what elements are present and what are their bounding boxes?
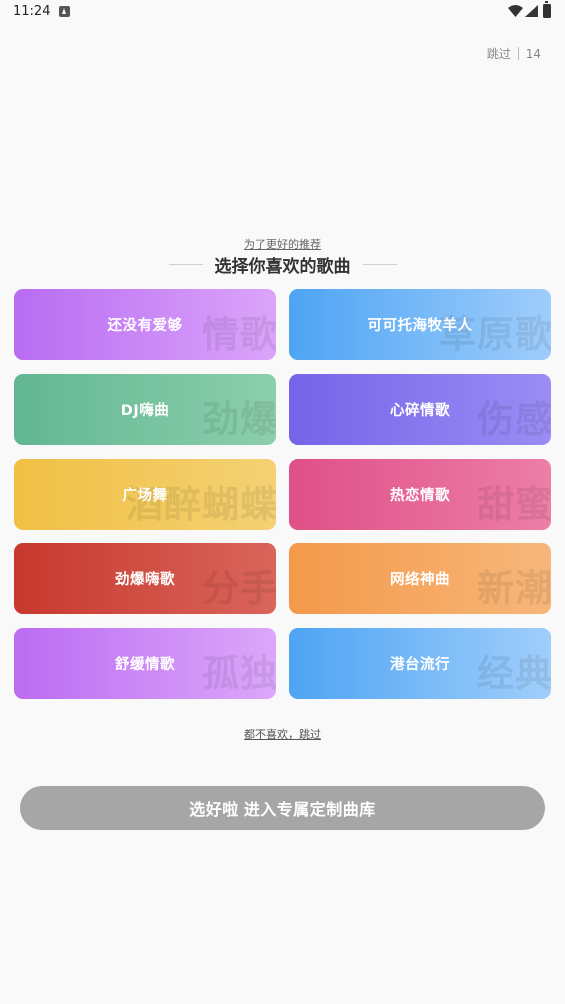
genre-label: 还没有爱够 — [107, 318, 183, 334]
skip-label: 跳过 — [486, 47, 511, 61]
genre-card[interactable]: 伤感 心碎情歌 — [289, 374, 551, 445]
battery-icon — [543, 1, 551, 18]
genre-watermark: 经典 — [477, 652, 551, 695]
genre-card[interactable]: 草原歌 可可托海牧羊人 — [289, 289, 551, 360]
skip-countdown-button[interactable]: 跳过 14 — [487, 45, 541, 62]
status-time: 11:24 — [13, 4, 51, 19]
wifi-icon — [508, 5, 523, 17]
genre-watermark: 情歌 — [202, 313, 276, 356]
genre-label: 心碎情歌 — [390, 403, 450, 419]
genre-watermark: 分手 — [202, 567, 276, 610]
genre-watermark: 孤独 — [202, 652, 276, 695]
genre-selection-screen: 11:24 跳过 14 为了更好的推荐 选择你喜欢的歌曲 情歌 还没有爱够 草原… — [0, 0, 565, 1004]
page-title: 选择你喜欢的歌曲 — [214, 257, 351, 277]
genre-card[interactable]: 经典 港台流行 — [289, 628, 551, 699]
skip-all-link[interactable]: 都不喜欢，跳过 — [0, 726, 565, 742]
skip-divider — [517, 47, 519, 60]
genre-card[interactable]: 劲爆 DJ嗨曲 — [14, 374, 276, 445]
genre-card[interactable]: 新潮 网络神曲 — [289, 543, 551, 614]
confirm-button[interactable]: 选好啦 进入专属定制曲库 — [20, 786, 545, 830]
title-divider-left — [168, 264, 203, 265]
title-divider-right — [362, 264, 397, 265]
genre-card[interactable]: 情歌 还没有爱够 — [14, 289, 276, 360]
title-row: 选择你喜欢的歌曲 — [0, 252, 565, 277]
page-subtitle: 为了更好的推荐 — [244, 238, 321, 251]
genre-watermark: 伤感 — [477, 398, 551, 441]
genre-card[interactable]: 孤独 舒缓情歌 — [14, 628, 276, 699]
genre-label: 网络神曲 — [390, 572, 450, 588]
genre-watermark: 甜蜜 — [477, 483, 551, 526]
genre-label: 劲爆嗨歌 — [115, 572, 175, 588]
genre-label: 舒缓情歌 — [115, 657, 175, 673]
signal-icon — [525, 5, 538, 17]
status-bar: 11:24 — [0, 0, 565, 24]
genre-label: 港台流行 — [390, 657, 450, 673]
genre-label: DJ嗨曲 — [120, 403, 170, 419]
genre-card[interactable]: 酒醉蝴蝶 广场舞 — [14, 459, 276, 530]
genre-label: 可可托海牧羊人 — [367, 318, 473, 334]
countdown-value: 14 — [525, 46, 541, 61]
genre-card[interactable]: 甜蜜 热恋情歌 — [289, 459, 551, 530]
genre-watermark: 新潮 — [477, 567, 551, 610]
genre-label: 热恋情歌 — [390, 488, 450, 504]
genre-watermark: 劲爆 — [202, 398, 276, 441]
genre-label: 广场舞 — [122, 488, 168, 504]
genre-card[interactable]: 分手 劲爆嗨歌 — [14, 543, 276, 614]
android-a-icon — [59, 6, 70, 17]
